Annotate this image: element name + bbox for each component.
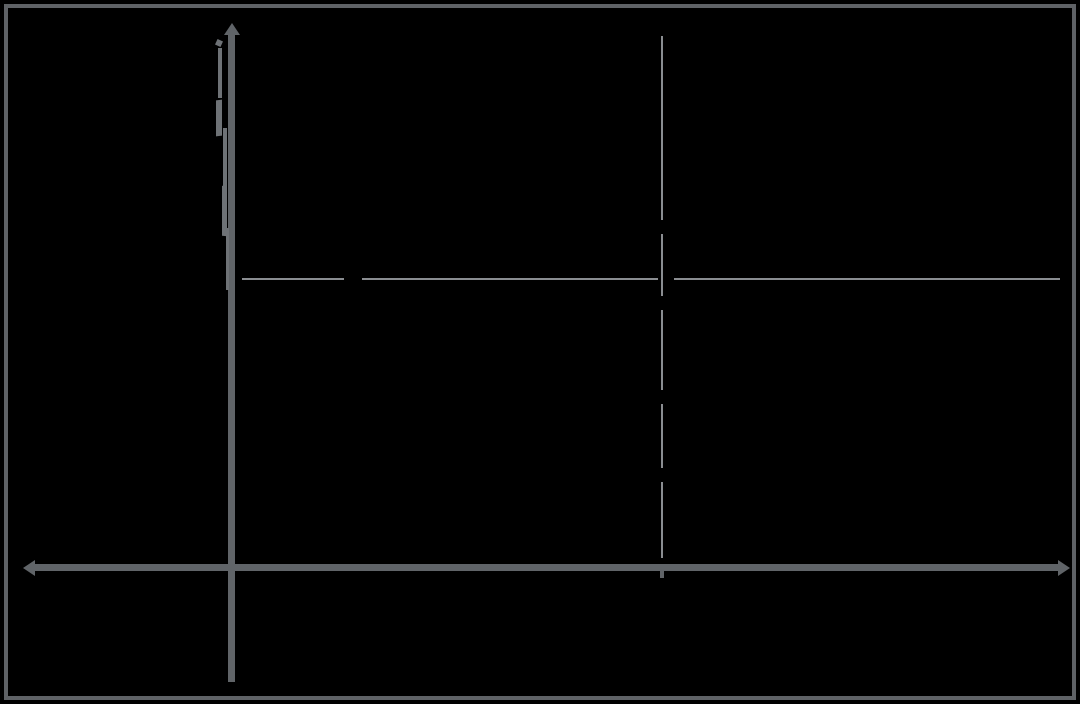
curve-segment [226, 228, 229, 290]
x-axis [32, 564, 1064, 571]
x-axis-arrow-right-icon [1058, 560, 1070, 576]
x-axis-tick [660, 568, 664, 578]
crosshair-v-break [659, 468, 665, 482]
curve-segment [223, 128, 227, 188]
crosshair-v-break [659, 390, 665, 404]
y-axis-arrow-up-icon [224, 23, 240, 35]
crosshair-horizontal [242, 278, 1060, 280]
plot-frame [4, 4, 1076, 700]
crosshair-h-break-2 [344, 276, 362, 282]
crosshair-v-break [659, 220, 665, 234]
curve-segment [215, 39, 223, 47]
y-axis [228, 32, 235, 682]
crosshair-v-break [659, 296, 665, 310]
x-axis-arrow-left-icon [23, 560, 35, 576]
curve-segment [218, 48, 222, 98]
curve-segment [216, 100, 222, 137]
